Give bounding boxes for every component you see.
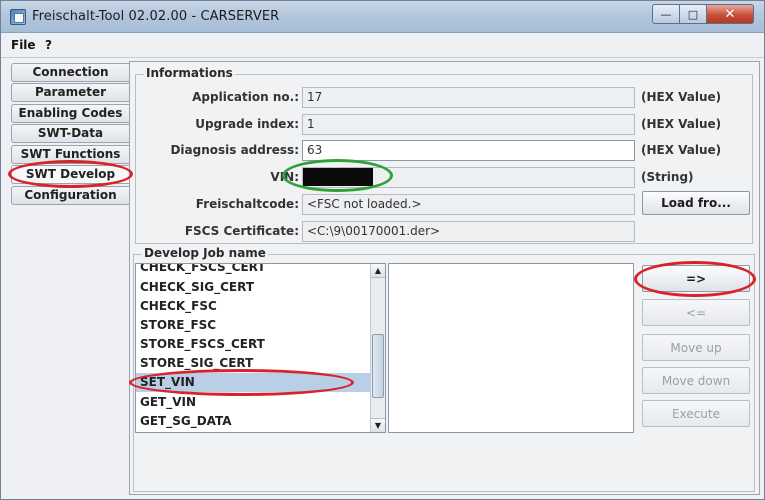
- window-title: Freischalt-Tool 02.02.00 - CARSERVER: [32, 9, 280, 24]
- diagnosis-address-unit: (HEX Value): [641, 143, 722, 157]
- tab-swt-develop[interactable]: SWT Develop: [11, 165, 129, 184]
- list-item[interactable]: CHECK_SIG_CERT: [136, 278, 371, 297]
- execute-button[interactable]: Execute: [642, 400, 750, 427]
- develop-job-title: Develop Job name: [142, 246, 268, 260]
- upgrade-index-field: 1: [302, 114, 635, 135]
- move-down-button[interactable]: Move down: [642, 367, 750, 394]
- minimize-button[interactable]: —: [652, 4, 680, 24]
- freischaltcode-field: <FSC not loaded.>: [302, 194, 635, 215]
- move-up-button[interactable]: Move up: [642, 334, 750, 361]
- tab-connection[interactable]: Connection: [11, 63, 129, 82]
- list-item[interactable]: STORE_SIG_CERT: [136, 354, 371, 373]
- diagnosis-address-label: Diagnosis address:: [170, 143, 299, 157]
- tab-configuration[interactable]: Configuration: [11, 186, 129, 205]
- upgrade-index-label: Upgrade index:: [195, 117, 299, 131]
- menu-help[interactable]: ?: [45, 38, 52, 52]
- upgrade-index-unit: (HEX Value): [641, 117, 722, 131]
- job-list-scrollbar[interactable]: ▲ ▼: [370, 264, 385, 432]
- scrollbar-thumb[interactable]: [372, 334, 384, 398]
- tab-swt-data[interactable]: SWT-Data: [11, 124, 129, 143]
- vin-redaction: [303, 168, 373, 186]
- list-item[interactable]: STORE_FSC: [136, 316, 371, 335]
- add-job-button[interactable]: =>: [642, 265, 750, 292]
- freischaltcode-label: Freischaltcode:: [195, 197, 299, 211]
- scroll-up-arrow-icon[interactable]: ▲: [371, 264, 385, 278]
- informations-title: Informations: [144, 66, 235, 80]
- diagnosis-address-input[interactable]: 63: [302, 140, 635, 161]
- maximize-button[interactable]: □: [680, 4, 707, 24]
- list-item-selected[interactable]: SET_VIN: [136, 373, 371, 392]
- vin-unit: (String): [641, 170, 694, 184]
- load-from-button[interactable]: Load fro...: [642, 191, 750, 215]
- fscs-certificate-label: FSCS Certificate:: [184, 224, 299, 238]
- scroll-down-arrow-icon[interactable]: ▼: [371, 418, 385, 432]
- application-no-field: 17: [302, 87, 635, 108]
- menu-file[interactable]: File: [11, 38, 36, 52]
- list-item[interactable]: CHECK_FSC: [136, 297, 371, 316]
- tab-enabling-codes[interactable]: Enabling Codes: [11, 104, 129, 123]
- close-button[interactable]: ✕: [707, 4, 754, 24]
- app-window: Freischalt-Tool 02.02.00 - CARSERVER — □…: [0, 0, 765, 500]
- list-item[interactable]: STORE_FSCS_CERT: [136, 335, 371, 354]
- job-list[interactable]: CHECK_FSCS_CERT CHECK_SIG_CERT CHECK_FSC…: [135, 263, 386, 433]
- app-icon: [10, 9, 26, 25]
- list-item[interactable]: CHECK_FSCS_CERT: [136, 264, 371, 277]
- menu-bar: File ?: [1, 34, 764, 58]
- tab-swt-functions[interactable]: SWT Functions: [11, 145, 129, 164]
- application-no-label: Application no.:: [192, 90, 299, 104]
- title-bar: Freischalt-Tool 02.02.00 - CARSERVER — □…: [1, 1, 764, 33]
- application-no-unit: (HEX Value): [641, 90, 722, 104]
- remove-job-button[interactable]: <=: [642, 299, 750, 326]
- fscs-certificate-field: <C:\9\00170001.der>: [302, 221, 635, 242]
- list-item[interactable]: GET_VIN: [136, 393, 371, 412]
- list-item[interactable]: GET_SG_DATA: [136, 412, 371, 431]
- selected-jobs-list[interactable]: [388, 263, 634, 433]
- tab-parameter[interactable]: Parameter: [11, 83, 129, 102]
- vin-label: VIN:: [270, 170, 299, 184]
